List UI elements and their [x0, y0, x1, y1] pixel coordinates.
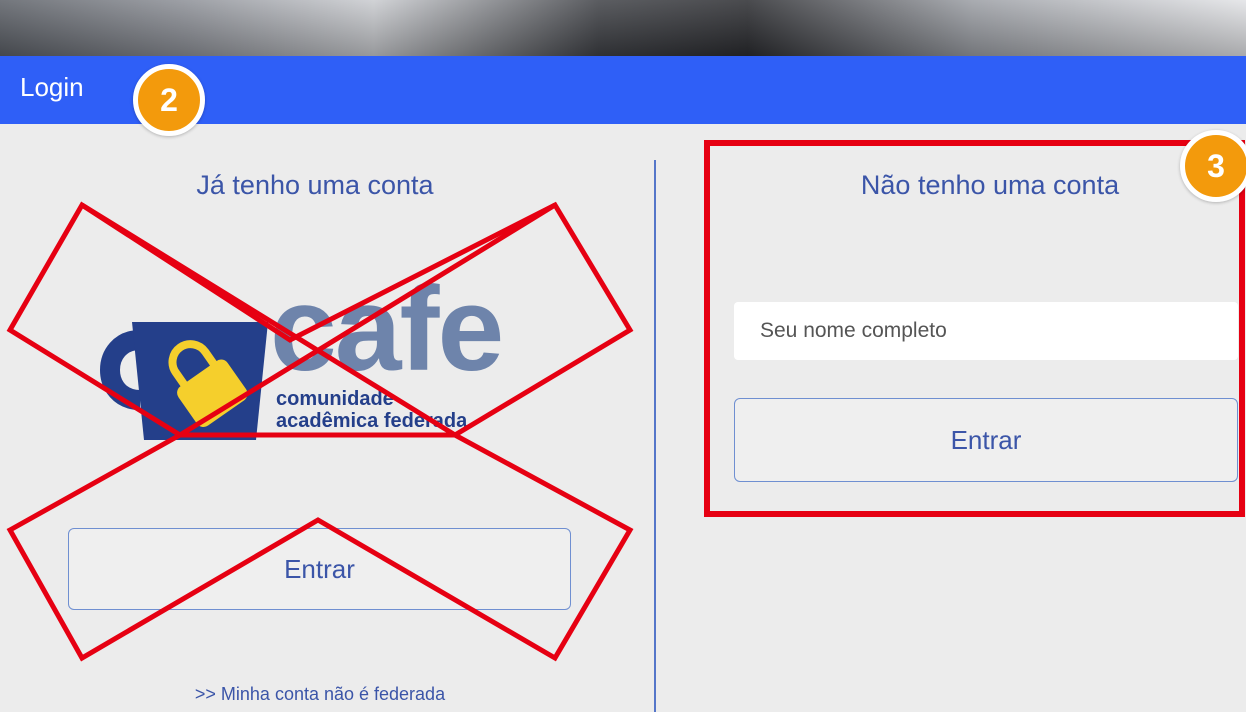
cafe-logo-line1: comunidade	[276, 388, 394, 410]
cafe-login-button[interactable]: Entrar	[68, 528, 571, 610]
non-federated-account-link[interactable]: >> Minha conta não é federada	[0, 684, 640, 705]
top-background-image	[0, 0, 1246, 56]
cafe-logo-line2: acadêmica federada	[276, 410, 468, 432]
panel-divider	[654, 160, 656, 712]
header-title: Login	[20, 72, 84, 102]
guest-login-button[interactable]: Entrar	[734, 398, 1238, 482]
left-panel-title: Já tenho uma conta	[196, 170, 434, 200]
cafe-logo: cafe comunidade acadêmica federada	[100, 262, 504, 450]
step-badge-2: 2	[133, 64, 205, 136]
mug-lock-icon	[100, 322, 268, 440]
right-panel-title: Não tenho uma conta	[860, 170, 1120, 200]
cafe-logo-wordmark: cafe	[270, 262, 504, 396]
full-name-input[interactable]	[734, 302, 1238, 360]
step-badge-3: 3	[1180, 130, 1246, 202]
